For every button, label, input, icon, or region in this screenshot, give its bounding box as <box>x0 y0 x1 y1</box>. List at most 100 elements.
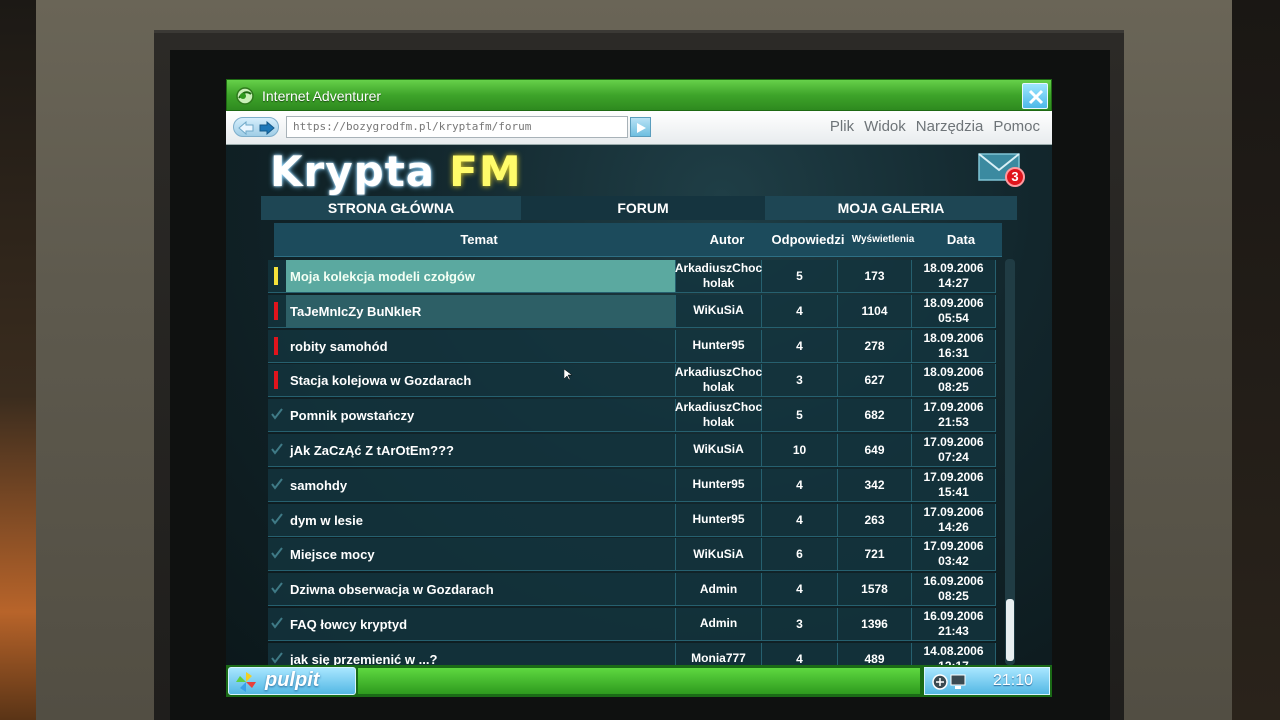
row-author[interactable]: ArkadiuszChoc holak <box>675 399 762 432</box>
scrollbar-thumb[interactable] <box>1006 599 1014 661</box>
row-author[interactable]: ArkadiuszChoc holak <box>675 260 762 292</box>
nav-forum[interactable]: FORUM <box>521 196 765 220</box>
back-arrow-icon[interactable] <box>238 121 254 135</box>
mouse-cursor-icon <box>564 369 572 381</box>
row-views: 627 <box>838 364 912 397</box>
start-button[interactable]: pulpit <box>228 667 356 695</box>
row-status-flag <box>268 469 286 501</box>
table-row[interactable]: dym w lesie Hunter95 4 263 17.09.2006 14:26 <box>268 503 996 537</box>
title-bar[interactable]: Internet Adventurer <box>226 79 1052 111</box>
row-author[interactable]: ArkadiuszChoc holak <box>675 364 762 397</box>
row-date: 17.09.2006 07:24 <box>912 433 996 466</box>
row-views: 263 <box>838 503 912 536</box>
clock: 21:10 <box>992 672 1033 689</box>
row-topic[interactable]: samohdy <box>286 468 676 501</box>
url-input[interactable]: https://bozygrodfm.pl/kryptafm/forum <box>286 116 628 138</box>
menu-view[interactable]: Widok <box>864 118 906 135</box>
row-author[interactable]: Hunter95 <box>676 503 762 536</box>
menu-help[interactable]: Pomoc <box>993 118 1040 135</box>
table-row[interactable]: jak się przemienić w ...? Monia777 4 489 14.… <box>268 642 996 665</box>
row-author[interactable]: WiKuSiA <box>676 294 762 327</box>
row-date: 18.09.2006 08:25 <box>912 364 996 397</box>
checkmark-icon <box>271 547 283 560</box>
menu-bar: Plik Widok Narzędzia Pomoc <box>830 118 1040 135</box>
table-row[interactable]: samohdy Hunter95 4 342 17.09.2006 15:41 <box>268 468 996 502</box>
row-topic[interactable]: Moja kolekcja modeli czołgów <box>286 260 676 292</box>
row-topic[interactable]: jak się przemienić w ...? <box>286 642 676 665</box>
row-views: 721 <box>838 538 912 571</box>
table-header: Temat Autor Odpowiedzi Wyświetlenia Data <box>274 223 1002 257</box>
row-date: 16.09.2006 08:25 <box>912 573 996 606</box>
row-author[interactable]: Admin <box>676 607 762 640</box>
scrollbar[interactable] <box>1005 259 1015 665</box>
row-status-flag <box>268 608 286 640</box>
row-replies: 5 <box>762 399 838 432</box>
go-arrow-icon <box>637 123 646 133</box>
row-status-flag <box>268 364 286 396</box>
row-date: 18.09.2006 16:31 <box>912 329 996 362</box>
taskbar: pulpit 21:10 <box>226 665 1052 697</box>
row-topic[interactable]: Dziwna obserwacja w Gozdarach <box>286 573 676 606</box>
table-row[interactable]: Miejsce mocy WiKuSiA 6 721 17.09.2006 03:42 <box>268 538 996 572</box>
row-topic[interactable]: jAk ZaCzĄć Z tArOtEm??? <box>286 433 676 466</box>
table-row[interactable]: Pomnik powstańczy ArkadiuszChoc holak 5 682… <box>268 399 996 433</box>
row-author[interactable]: Admin <box>676 573 762 606</box>
table-row[interactable]: Moja kolekcja modeli czołgów ArkadiuszCho… <box>268 260 996 293</box>
nav-gallery[interactable]: MOJA GALERIA <box>765 196 1017 220</box>
table-row[interactable]: robity samohód Hunter95 4 278 18.09.2006 16:… <box>268 329 996 363</box>
row-topic[interactable]: robity samohód <box>286 329 676 362</box>
topic-list: Moja kolekcja modeli czołgów ArkadiuszCho… <box>268 260 996 665</box>
row-status-flag <box>268 573 286 605</box>
table-row[interactable]: jAk ZaCzĄć Z tArOtEm??? WiKuSiA 10 649 17.09… <box>268 433 996 467</box>
exclamation-red-icon <box>274 336 278 355</box>
row-topic[interactable]: FAQ łowcy kryptyd <box>286 607 676 640</box>
header-date[interactable]: Data <box>920 223 1002 257</box>
row-author[interactable]: Hunter95 <box>676 468 762 501</box>
header-views[interactable]: Wyświetlenia <box>846 223 920 257</box>
row-author[interactable]: WiKuSiA <box>676 433 762 466</box>
row-status-flag <box>268 330 286 362</box>
row-author[interactable]: Hunter95 <box>676 329 762 362</box>
table-row[interactable]: FAQ łowcy kryptyd Admin 3 1396 16.09.2006 21… <box>268 607 996 641</box>
site-logo[interactable]: Krypta FM <box>270 147 522 196</box>
menu-tools[interactable]: Narzędzia <box>916 118 984 135</box>
tray-network-icon[interactable] <box>931 673 971 691</box>
table-row[interactable]: TaJeMnIcZy BuNkIeR WiKuSiA 4 1104 18.09.2006… <box>268 294 996 328</box>
row-views: 1396 <box>838 607 912 640</box>
row-date: 16.09.2006 21:43 <box>912 607 996 640</box>
row-status-flag <box>268 399 286 431</box>
row-date: 14.08.2006 12:17 <box>912 642 996 665</box>
row-date: 17.09.2006 03:42 <box>912 538 996 571</box>
go-button[interactable] <box>630 117 651 137</box>
mail-count-badge: 3 <box>1005 167 1025 187</box>
checkmark-icon <box>271 478 283 490</box>
menu-file[interactable]: Plik <box>830 118 854 135</box>
close-button[interactable] <box>1022 83 1048 109</box>
forward-arrow-icon[interactable] <box>259 121 275 135</box>
header-replies[interactable]: Odpowiedzi <box>770 223 846 257</box>
row-status-flag <box>268 504 286 536</box>
row-replies: 4 <box>762 294 838 327</box>
row-views: 278 <box>838 329 912 362</box>
row-topic[interactable]: dym w lesie <box>286 503 676 536</box>
site-navigation: STRONA GŁÓWNA FORUM MOJA GALERIA <box>261 196 1017 220</box>
row-date: 17.09.2006 14:26 <box>912 503 996 536</box>
logo-main-text: Krypta <box>270 147 436 196</box>
table-row[interactable]: Stacja kolejowa w Gozdarach ArkadiuszChoc… <box>268 364 996 398</box>
start-label: pulpit <box>265 669 320 691</box>
nav-home[interactable]: STRONA GŁÓWNA <box>261 196 521 220</box>
row-date: 17.09.2006 15:41 <box>912 468 996 501</box>
table-row[interactable]: Dziwna obserwacja w Gozdarach Admin 4 1578 1… <box>268 573 996 607</box>
row-topic[interactable]: Stacja kolejowa w Gozdarach <box>286 364 676 397</box>
browser-window: Internet Adventurer https://bozygrodfm.p… <box>226 79 1052 697</box>
row-status-flag <box>268 434 286 466</box>
header-author[interactable]: Autor <box>684 223 770 257</box>
row-author[interactable]: WiKuSiA <box>676 538 762 571</box>
row-author[interactable]: Monia777 <box>676 642 762 665</box>
row-replies: 3 <box>762 364 838 397</box>
row-topic[interactable]: Miejsce mocy <box>286 538 676 571</box>
row-topic[interactable]: Pomnik powstańczy <box>286 399 676 432</box>
header-topic[interactable]: Temat <box>274 223 684 257</box>
checkmark-icon <box>271 443 283 455</box>
row-topic[interactable]: TaJeMnIcZy BuNkIeR <box>286 294 676 327</box>
